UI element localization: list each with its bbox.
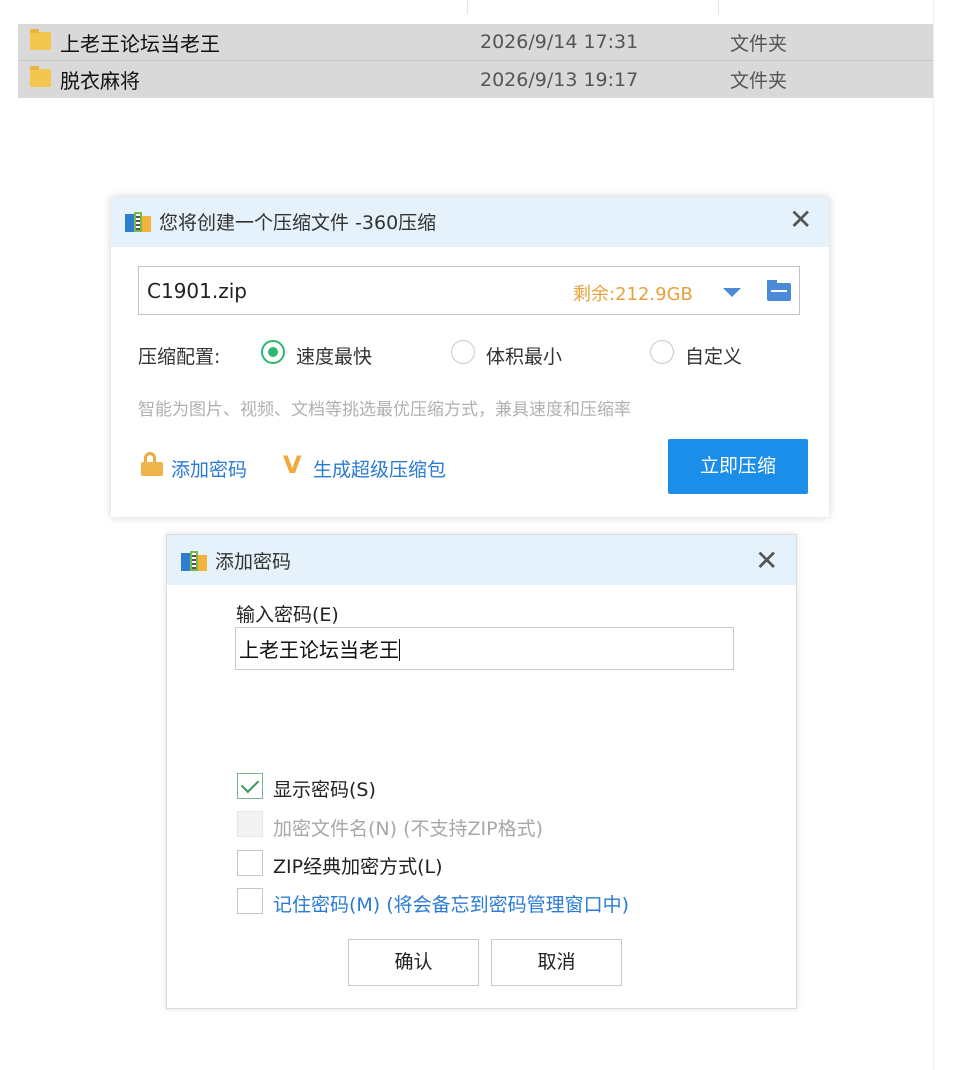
file-date: 2026/9/14 17:31 [480, 31, 639, 53]
compress-hint: 智能为图片、视频、文档等挑选最优压缩方式，兼具速度和压缩率 [138, 400, 631, 420]
password-input[interactable]: 上老王论坛当老王 [235, 627, 734, 670]
radio-smallest[interactable] [451, 340, 475, 364]
super-pack-link[interactable]: 生成超级压缩包 [313, 455, 446, 482]
zip-classic-encryption-label[interactable]: ZIP经典加密方式(L) [273, 852, 443, 879]
encrypt-filenames-checkbox [237, 811, 263, 837]
dialog-title-bar[interactable]: 添加密码 ✕ [167, 535, 796, 585]
dialog-title: 添加密码 [215, 551, 292, 573]
radio-smallest-label[interactable]: 体积最小 [486, 342, 562, 369]
add-password-dialog: 添加密码 ✕ 输入密码(E) 上老王论坛当老王 显示密码(S) 加密文件名(N)… [166, 534, 797, 1009]
compress-dialog: 您将创建一个压缩文件 -360压缩 ✕ C1901.zip 剩余:212.9GB… [111, 197, 829, 517]
free-space-label: 剩余:212.9GB [573, 284, 693, 305]
window-edge [933, 0, 934, 1070]
confirm-button[interactable]: 确认 [348, 939, 479, 986]
file-date: 2026/9/13 19:17 [480, 68, 639, 91]
remember-password-label[interactable]: 记住密码(M) (将会备忘到密码管理窗口中) [273, 890, 629, 917]
close-icon[interactable]: ✕ [755, 547, 778, 575]
encrypt-filenames-label: 加密文件名(N) (不支持ZIP格式) [273, 818, 543, 840]
file-name: 上老王论坛当老王 [60, 31, 220, 56]
zip-classic-encryption-checkbox[interactable] [237, 850, 263, 876]
password-input-label: 输入密码(E) [236, 604, 339, 626]
file-type: 文件夹 [730, 70, 788, 92]
browse-folder-icon[interactable] [767, 280, 791, 301]
add-password-link[interactable]: 添加密码 [171, 455, 247, 482]
file-name: 脱衣麻将 [60, 69, 140, 93]
file-type: 文件夹 [730, 32, 788, 55]
file-row[interactable]: 上老王论坛当老王 2026/9/14 17:31 文件夹 [18, 24, 933, 60]
lock-icon[interactable] [141, 452, 163, 476]
folder-icon [30, 29, 51, 50]
column-separator [718, 0, 719, 14]
super-pack-icon: V [283, 451, 302, 479]
radio-fastest[interactable] [261, 340, 285, 364]
show-password-checkbox[interactable] [237, 773, 263, 799]
compress-config-label: 压缩配置: [138, 346, 221, 368]
360zip-app-icon [181, 549, 207, 571]
folder-icon [30, 66, 51, 87]
radio-custom-label[interactable]: 自定义 [685, 342, 742, 369]
column-separator [467, 0, 468, 14]
radio-custom[interactable] [650, 340, 674, 364]
360zip-app-icon [125, 210, 151, 232]
password-value: 上老王论坛当老王 [239, 638, 399, 662]
cancel-button[interactable]: 取消 [491, 939, 622, 986]
show-password-label[interactable]: 显示密码(S) [273, 775, 376, 802]
dialog-title-bar[interactable]: 您将创建一个压缩文件 -360压缩 ✕ [111, 197, 829, 247]
close-icon[interactable]: ✕ [789, 206, 812, 234]
dialog-title: 您将创建一个压缩文件 -360压缩 [159, 212, 437, 234]
remember-password-checkbox[interactable] [237, 888, 263, 914]
compress-now-button[interactable]: 立即压缩 [668, 439, 808, 494]
chevron-down-icon[interactable] [723, 288, 741, 297]
file-row[interactable]: 脱衣麻将 2026/9/13 19:17 文件夹 [18, 60, 933, 98]
output-filename[interactable]: C1901.zip [147, 279, 247, 303]
text-caret [399, 639, 400, 661]
output-path-field[interactable]: C1901.zip 剩余:212.9GB [138, 266, 800, 315]
radio-fastest-label[interactable]: 速度最快 [296, 342, 372, 369]
